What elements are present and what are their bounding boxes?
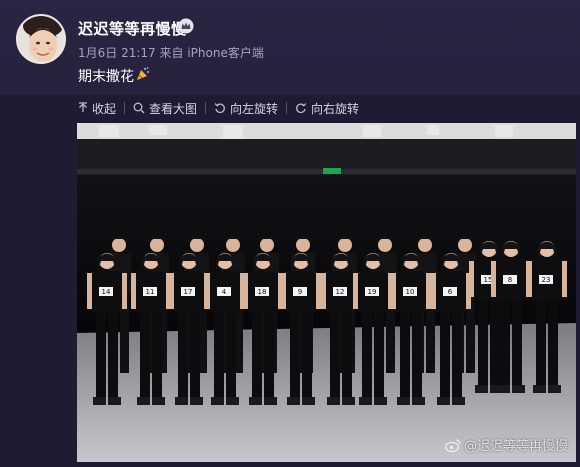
post-meta: 1月6日 21:17 来自 iPhone客户端 bbox=[78, 44, 264, 61]
name-tag-number: 4 bbox=[222, 288, 227, 296]
rotate-right-button[interactable]: 向右旋转 bbox=[295, 100, 359, 117]
name-tag-number: 11 bbox=[146, 288, 155, 296]
name-tag-number: 17 bbox=[184, 288, 193, 296]
from-label: 来自 bbox=[159, 46, 184, 60]
collapse-icon bbox=[79, 102, 87, 112]
toolbar-separator bbox=[286, 102, 288, 114]
post-photo[interactable]: 14 11 17 4 18 9 12 19 10 6 15 8 23 @迟迟等等再慢慢 bbox=[77, 123, 576, 462]
name-tag-number: 19 bbox=[368, 288, 377, 296]
rotate-left-icon bbox=[214, 103, 225, 114]
post-text: 期末撒花 bbox=[78, 69, 134, 85]
post-source[interactable]: iPhone客户端 bbox=[187, 46, 264, 60]
avatar[interactable] bbox=[16, 14, 66, 64]
weibo-logo-icon bbox=[444, 438, 461, 452]
rotate-right-label: 向右旋转 bbox=[311, 101, 360, 116]
username[interactable]: 迟迟等等再慢慢 bbox=[78, 18, 187, 39]
party-popper-icon bbox=[135, 66, 151, 82]
rotate-left-button[interactable]: 向左旋转 bbox=[214, 100, 278, 117]
rotate-left-label: 向左旋转 bbox=[230, 101, 279, 116]
name-tag-number: 10 bbox=[406, 288, 415, 296]
image-toolbar: 收起 查看大图 向左旋转 向右旋转 bbox=[78, 99, 359, 117]
view-large-label: 查看大图 bbox=[149, 101, 198, 116]
vip-crown-icon[interactable] bbox=[178, 18, 194, 34]
collapse-button[interactable]: 收起 bbox=[78, 100, 116, 117]
name-tag-number: 18 bbox=[258, 288, 267, 296]
name-tag-number: 23 bbox=[542, 276, 551, 284]
magnifier-icon bbox=[133, 102, 145, 114]
view-large-button[interactable]: 查看大图 bbox=[133, 100, 197, 117]
name-tag-number: 6 bbox=[448, 288, 453, 296]
watermark-text: @迟迟等等再慢慢 bbox=[463, 439, 568, 454]
watermark: @迟迟等等再慢慢 bbox=[444, 435, 568, 454]
post-date[interactable]: 1月6日 21:17 bbox=[78, 46, 156, 60]
name-tag-number: 14 bbox=[102, 288, 111, 296]
toolbar-separator bbox=[124, 102, 126, 114]
name-tag-number: 12 bbox=[336, 288, 345, 296]
collapse-label: 收起 bbox=[92, 101, 117, 116]
exit-sign bbox=[323, 168, 341, 174]
name-tag-number: 9 bbox=[298, 288, 302, 296]
toolbar-separator bbox=[205, 102, 207, 114]
rotate-right-icon bbox=[296, 103, 307, 114]
stage-photo: 14 11 17 4 18 9 12 19 10 615 8 23 bbox=[77, 123, 576, 462]
name-tag-number: 8 bbox=[508, 276, 512, 284]
divider bbox=[0, 93, 580, 94]
